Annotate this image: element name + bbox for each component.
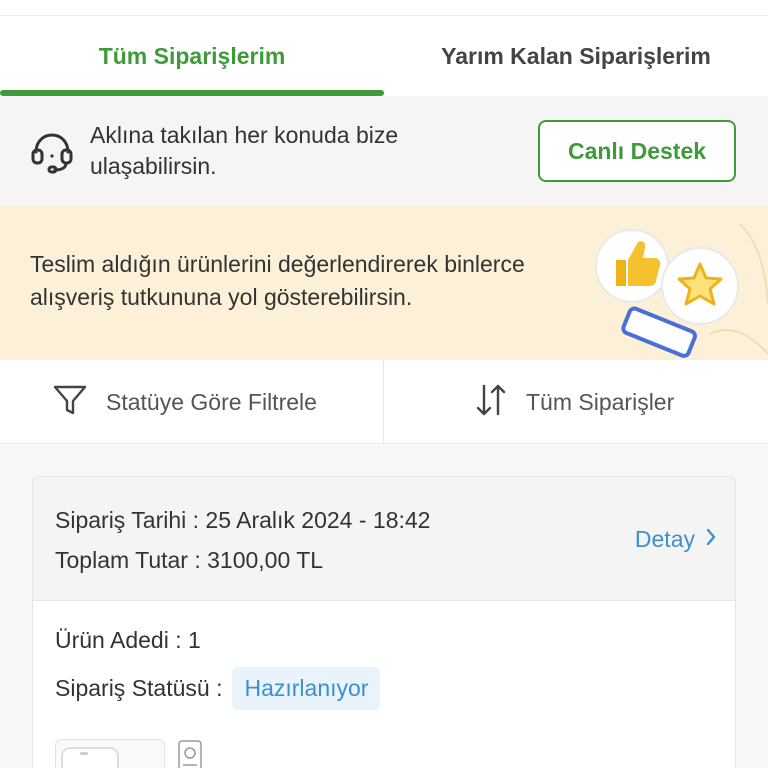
order-card: Sipariş Tarihi : 25 Aralık 2024 - 18:42 … xyxy=(32,476,736,768)
review-promo-text: Teslim aldığın ürünlerini değerlendirere… xyxy=(30,251,525,310)
product-thumbnail-secondary[interactable] xyxy=(167,739,217,768)
sort-label: Tüm Siparişler xyxy=(526,388,675,415)
sort-arrows-icon xyxy=(474,382,508,423)
headset-icon xyxy=(28,128,76,176)
order-tabs: Tüm Siparişlerim Yarım Kalan Siparişleri… xyxy=(0,16,768,96)
top-strip xyxy=(0,0,768,16)
chevron-right-icon xyxy=(705,526,717,553)
order-total: Toplam Tutar : 3100,00 TL xyxy=(55,547,324,573)
product-thumbnail[interactable] xyxy=(55,739,165,768)
tab-all-orders-label: Tüm Siparişlerim xyxy=(98,42,286,69)
review-promo-banner[interactable]: Teslim aldığın ürünlerini değerlendirere… xyxy=(0,206,768,360)
order-card-header: Sipariş Tarihi : 25 Aralık 2024 - 18:42 … xyxy=(33,477,735,601)
order-detail-label: Detay xyxy=(634,526,695,552)
review-promo-illustration xyxy=(595,223,768,358)
tab-incomplete-orders[interactable]: Yarım Kalan Siparişlerim xyxy=(384,16,768,96)
status-filter-label: Statüye Göre Filtrele xyxy=(106,388,317,415)
support-banner: Aklına takılan her konuda bize ulaşabili… xyxy=(0,96,768,206)
tab-all-orders[interactable]: Tüm Siparişlerim xyxy=(0,16,384,96)
order-filter-bar: Statüye Göre Filtrele Tüm Siparişler xyxy=(0,360,768,444)
status-badge: Hazırlanıyor xyxy=(232,667,381,710)
order-date: Sipariş Tarihi : 25 Aralık 2024 - 18:42 xyxy=(55,507,431,533)
tab-incomplete-orders-label: Yarım Kalan Siparişlerim xyxy=(441,42,711,69)
order-status-prefix: Sipariş Statüsü : xyxy=(55,675,223,701)
order-status-row: Sipariş Statüsü : Hazırlanıyor xyxy=(55,667,381,710)
support-text: Aklına takılan her konuda bize ulaşabili… xyxy=(90,122,399,179)
order-item-count: Ürün Adedi : 1 xyxy=(55,627,201,653)
live-support-button[interactable]: Canlı Destek xyxy=(538,120,736,182)
live-support-label: Canlı Destek xyxy=(567,137,707,164)
status-filter-button[interactable]: Statüye Göre Filtrele xyxy=(0,360,383,444)
thumbs-up-icon xyxy=(595,229,669,303)
star-icon xyxy=(661,247,739,325)
order-detail-link[interactable]: Detay xyxy=(635,526,717,553)
funnel-icon xyxy=(52,382,88,423)
sort-button[interactable]: Tüm Siparişler xyxy=(384,360,768,444)
